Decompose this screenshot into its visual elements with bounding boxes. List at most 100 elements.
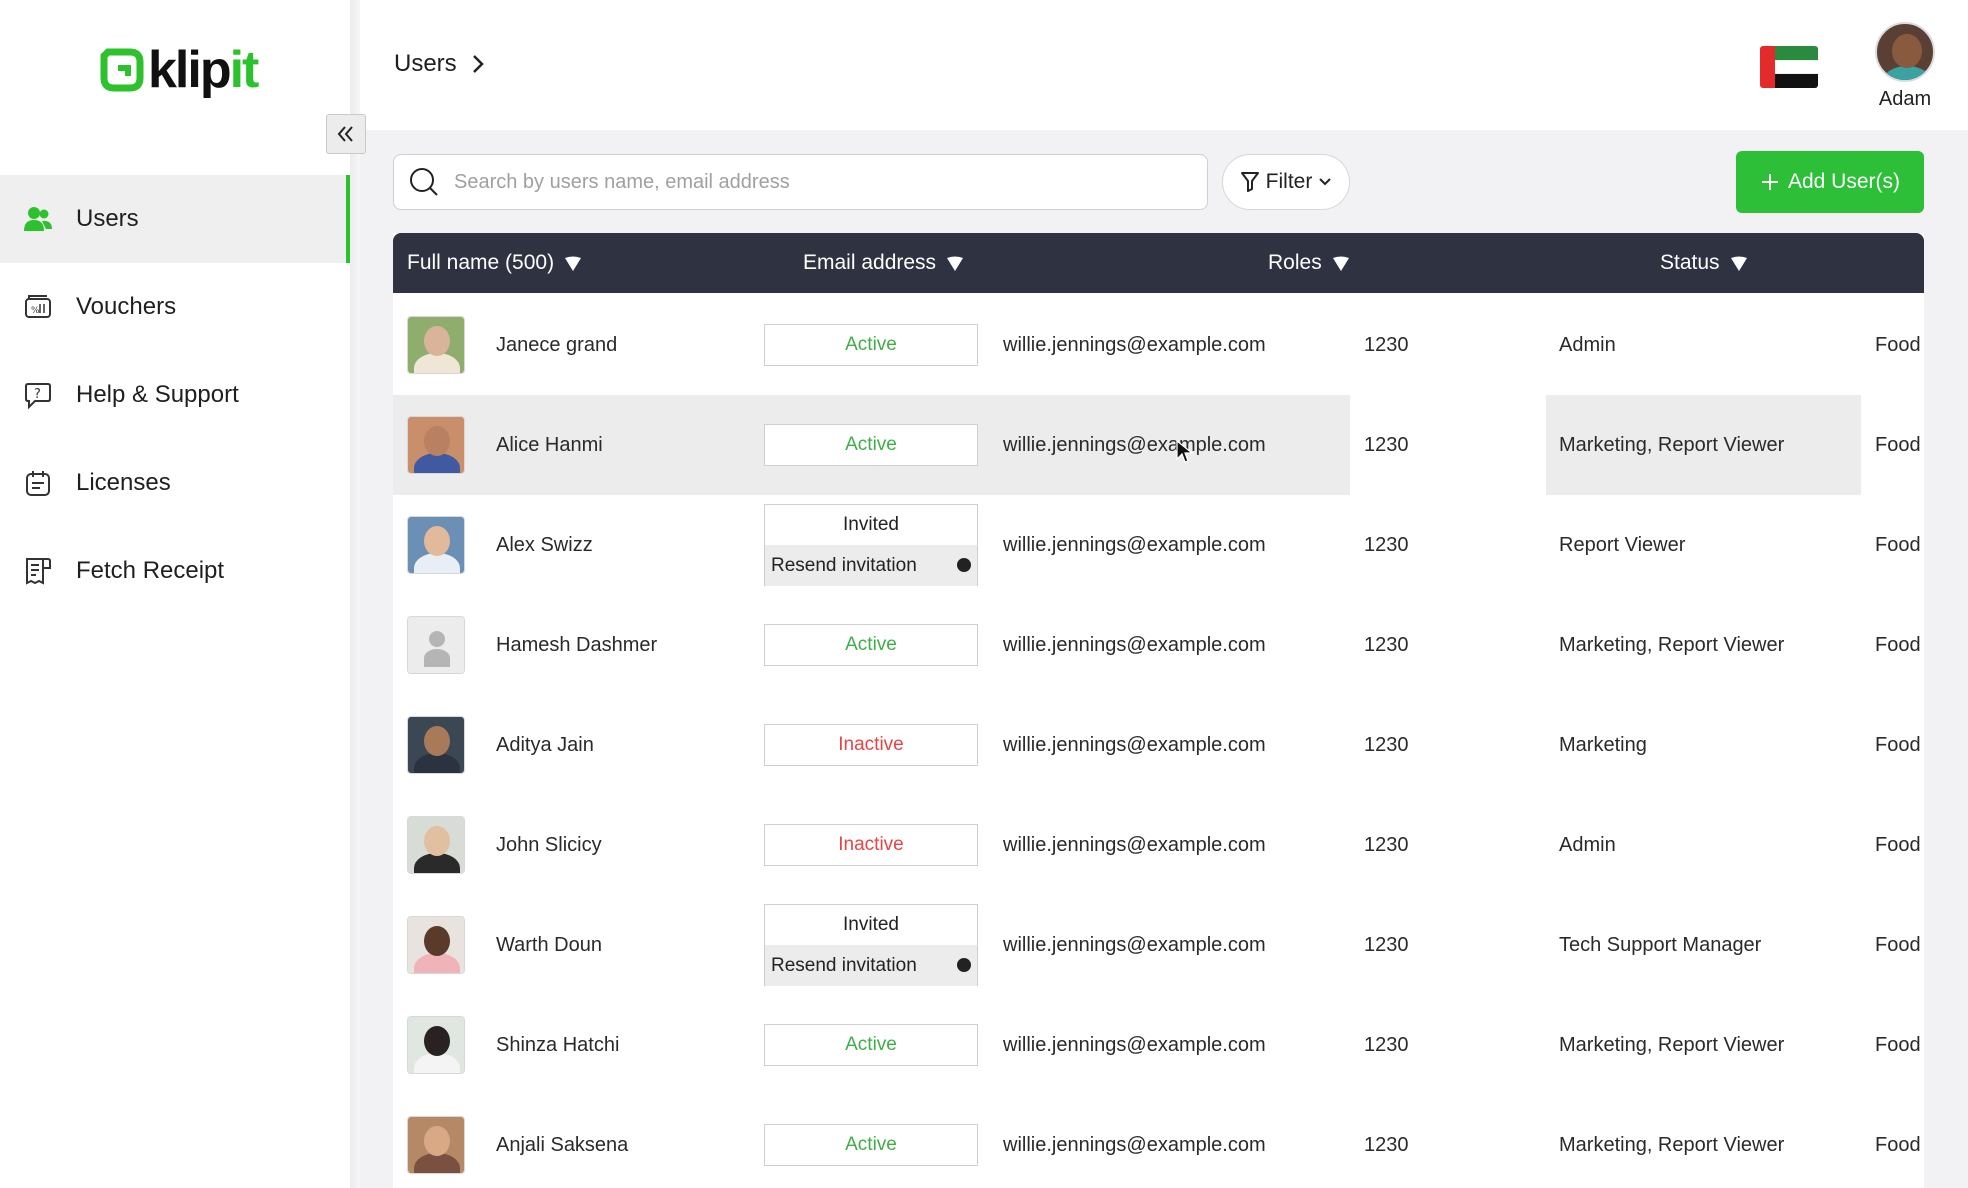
user-name: Shinza Hatchi xyxy=(496,1033,620,1056)
user-email: willie.jennings@example.com xyxy=(1003,1033,1266,1056)
user-code: 1230 xyxy=(1364,833,1409,856)
filter-button[interactable]: Filter xyxy=(1222,154,1350,210)
top-header: Users Adam xyxy=(360,0,1968,130)
user-photo xyxy=(407,316,465,374)
user-name: Warth Doun xyxy=(496,933,602,956)
search-icon xyxy=(410,168,438,196)
user-roles: Marketing, Report Viewer xyxy=(1559,1133,1785,1156)
status-badge: Invited xyxy=(843,514,899,535)
user-extra: Food xyxy=(1875,633,1921,656)
status-badge: Inactive xyxy=(764,724,978,766)
user-roles: Marketing xyxy=(1559,733,1647,756)
invited-status: Invited Resend invitation xyxy=(764,504,978,586)
user-roles: Tech Support Manager xyxy=(1559,933,1762,956)
sidebar: klipit Users % Vouchers ? Help & Support… xyxy=(0,0,350,1188)
svg-text:?: ? xyxy=(34,387,41,402)
collapse-sidebar-button[interactable] xyxy=(326,114,366,154)
sidebar-divider xyxy=(350,0,360,1188)
user-roles: Marketing, Report Viewer xyxy=(1559,633,1785,656)
user-photo xyxy=(407,516,465,574)
table-row[interactable]: Alice Hanmi Active willie.jennings@examp… xyxy=(393,395,1924,495)
sidebar-item-label: Licenses xyxy=(76,469,171,496)
table-row[interactable]: Janece grand Active willie.jennings@exam… xyxy=(393,295,1924,395)
user-photo xyxy=(407,1016,465,1074)
user-extra: Food xyxy=(1875,433,1921,456)
sidebar-item-label: Users xyxy=(76,205,139,232)
sidebar-item-vouchers[interactable]: % Vouchers xyxy=(0,263,350,351)
logo-text: klipit xyxy=(148,41,259,99)
plus-icon xyxy=(1761,174,1778,190)
user-extra: Food xyxy=(1875,833,1921,856)
status-badge: Invited xyxy=(843,914,899,935)
column-header-roles[interactable]: Roles xyxy=(1268,233,1350,293)
user-email: willie.jennings@example.com xyxy=(1003,633,1266,656)
user-code: 1230 xyxy=(1364,733,1409,756)
sort-icon xyxy=(1730,256,1747,271)
breadcrumb: Users xyxy=(394,50,485,78)
user-name: Adam xyxy=(1878,88,1932,110)
column-header-full-name[interactable]: Full name (500) xyxy=(407,233,582,293)
receipt-icon xyxy=(22,555,54,587)
chevron-right-icon xyxy=(472,55,484,73)
sidebar-item-label: Vouchers xyxy=(76,293,177,320)
user-extra: Food xyxy=(1875,1033,1921,1056)
users-icon xyxy=(22,203,54,235)
user-photo xyxy=(407,1116,465,1174)
table-row[interactable]: Shinza Hatchi Active willie.jennings@exa… xyxy=(393,995,1924,1095)
chevrons-left-icon xyxy=(337,126,353,142)
user-email: willie.jennings@example.com xyxy=(1003,833,1266,856)
table-row[interactable]: John Slicicy Inactive willie.jennings@ex… xyxy=(393,795,1924,895)
user-code: 1230 xyxy=(1364,1033,1409,1056)
breadcrumb-users[interactable]: Users xyxy=(394,50,457,78)
user-photo-placeholder xyxy=(407,616,465,674)
table-row[interactable]: Hamesh Dashmer Active willie.jennings@ex… xyxy=(393,595,1924,695)
sidebar-item-users[interactable]: Users xyxy=(0,175,350,263)
status-badge: Active xyxy=(764,424,978,466)
user-roles: Admin xyxy=(1559,833,1616,856)
user-extra: Food xyxy=(1875,533,1921,556)
uae-flag-icon[interactable] xyxy=(1760,46,1818,88)
user-name: John Slicicy xyxy=(496,833,602,856)
sidebar-item-licenses[interactable]: Licenses xyxy=(0,439,350,527)
status-badge: Inactive xyxy=(764,824,978,866)
invited-status: Invited Resend invitation xyxy=(764,904,978,986)
user-roles: Marketing, Report Viewer xyxy=(1559,433,1785,456)
sidebar-item-fetch-receipt[interactable]: Fetch Receipt xyxy=(0,527,350,615)
sidebar-nav: Users % Vouchers ? Help & Support Licens… xyxy=(0,175,350,615)
user-extra: Food xyxy=(1875,933,1921,956)
user-code: 1230 xyxy=(1364,433,1409,456)
user-code: 1230 xyxy=(1364,333,1409,356)
table-row[interactable]: Anjali Saksena Active willie.jennings@ex… xyxy=(393,1095,1924,1188)
user-email: willie.jennings@example.com xyxy=(1003,733,1266,756)
column-header-status[interactable]: Status xyxy=(1660,233,1748,293)
user-email: willie.jennings@example.com xyxy=(1003,433,1266,456)
mouse-cursor-icon xyxy=(1176,440,1194,463)
user-code: 1230 xyxy=(1364,533,1409,556)
user-extra: Food xyxy=(1875,1133,1921,1156)
chevron-down-icon xyxy=(1319,178,1332,186)
filter-label: Filter xyxy=(1265,170,1313,193)
user-code: 1230 xyxy=(1364,633,1409,656)
column-header-email[interactable]: Email address xyxy=(803,233,964,293)
table-row[interactable]: Warth Doun Invited Resend invitation wil… xyxy=(393,895,1924,995)
status-badge: Active xyxy=(764,324,978,366)
help-icon: ? xyxy=(22,379,54,411)
user-name: Alice Hanmi xyxy=(496,433,603,456)
user-code: 1230 xyxy=(1364,1133,1409,1156)
table-row[interactable]: Aditya Jain Inactive willie.jennings@exa… xyxy=(393,695,1924,795)
resend-invitation-button[interactable]: Resend invitation xyxy=(765,945,977,986)
add-users-label: Add User(s) xyxy=(1787,170,1901,193)
search-bar xyxy=(393,154,1208,210)
sidebar-item-label: Fetch Receipt xyxy=(76,557,225,584)
resend-invitation-button[interactable]: Resend invitation xyxy=(765,545,977,586)
user-name: Alex Swizz xyxy=(496,533,593,556)
user-email: willie.jennings@example.com xyxy=(1003,1133,1266,1156)
table-row[interactable]: Alex Swizz Invited Resend invitation wil… xyxy=(393,495,1924,595)
klipit-logo[interactable]: klipit xyxy=(100,40,259,100)
search-input[interactable] xyxy=(454,170,1154,194)
sidebar-item-help-support[interactable]: ? Help & Support xyxy=(0,351,350,439)
add-users-button[interactable]: Add User(s) xyxy=(1736,151,1924,213)
user-profile[interactable]: Adam xyxy=(1860,22,1950,111)
sort-icon xyxy=(1332,256,1349,271)
user-roles: Marketing, Report Viewer xyxy=(1559,1033,1785,1056)
